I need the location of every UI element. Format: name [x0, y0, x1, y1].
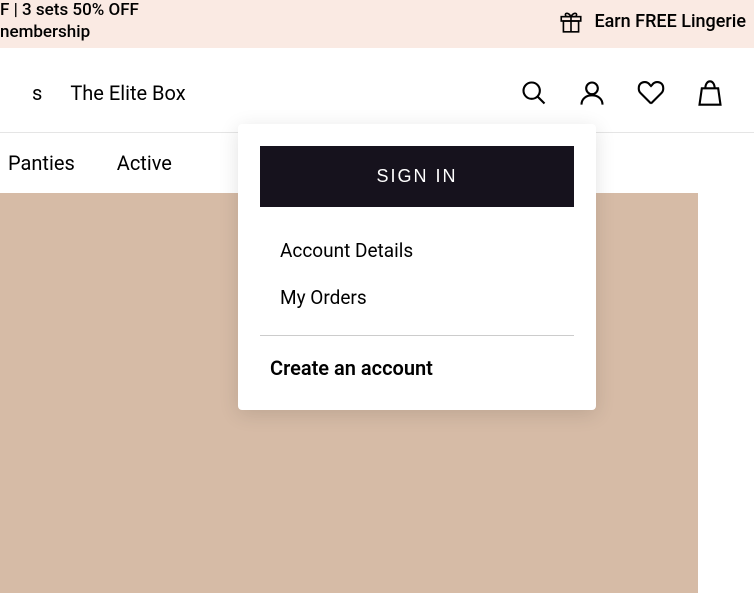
promo-banner: F | 3 sets 50% OFF nembership Earn FREE …	[0, 0, 754, 48]
signin-button[interactable]: SIGN IN	[260, 146, 574, 207]
promo-line2: nembership	[0, 22, 90, 42]
nav-elite-box[interactable]: The Elite Box	[70, 81, 185, 105]
nav-partial[interactable]: s	[32, 81, 42, 105]
search-icon[interactable]	[520, 79, 548, 107]
user-icon[interactable]	[578, 79, 606, 107]
heart-icon[interactable]	[636, 79, 666, 107]
header-left: s The Elite Box	[32, 81, 186, 105]
bag-icon[interactable]	[696, 78, 724, 108]
header-right	[520, 78, 724, 108]
dropdown-divider	[260, 335, 574, 336]
promo-line1: F | 3 sets 50% OFF	[0, 0, 139, 20]
nav-active[interactable]: Active	[117, 151, 172, 175]
account-details-link[interactable]: Account Details	[260, 223, 574, 270]
account-dropdown: SIGN IN Account Details My Orders Create…	[238, 124, 596, 410]
nav-panties[interactable]: Panties	[8, 151, 75, 175]
gift-icon	[558, 8, 584, 34]
header: s The Elite Box	[0, 48, 754, 132]
my-orders-link[interactable]: My Orders	[260, 270, 574, 317]
promo-right[interactable]: Earn FREE Lingerie	[558, 8, 746, 34]
promo-text-left: F | 3 sets 50% OFF nembership	[0, 0, 139, 43]
create-account-link[interactable]: Create an account	[260, 348, 574, 388]
promo-right-text: Earn FREE Lingerie	[594, 11, 746, 32]
